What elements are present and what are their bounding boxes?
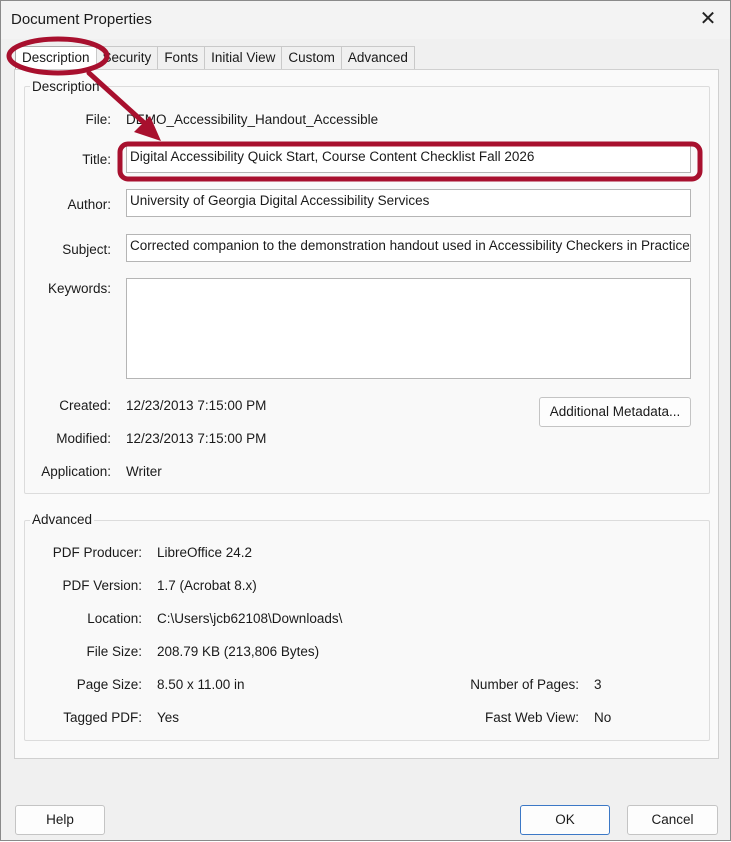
subject-field[interactable]: Corrected companion to the demonstration… xyxy=(126,234,691,262)
ok-button[interactable]: OK xyxy=(520,805,610,835)
file-size-value: 208.79 KB (213,806 Bytes) xyxy=(157,644,320,659)
subject-label: Subject: xyxy=(62,242,111,257)
close-icon[interactable]: ✕ xyxy=(696,7,720,31)
number-of-pages-label: Number of Pages: xyxy=(470,677,579,692)
modified-label: Modified: xyxy=(56,431,111,446)
tagged-pdf-value: Yes xyxy=(157,710,180,725)
cancel-button[interactable]: Cancel xyxy=(627,805,718,835)
keywords-label: Keywords: xyxy=(47,281,111,296)
author-field[interactable]: University of Georgia Digital Accessibil… xyxy=(126,189,691,217)
created-value: 12/23/2013 7:15:00 PM xyxy=(126,398,267,413)
author-label: Author: xyxy=(67,197,111,212)
page-size-label: Page Size: xyxy=(76,677,142,692)
pdf-producer-value: LibreOffice 24.2 xyxy=(157,545,253,560)
title-field[interactable]: Digital Accessibility Quick Start, Cours… xyxy=(126,145,691,173)
pdf-producer-label: PDF Producer: xyxy=(52,545,142,560)
location-value: C:\Users\jcb62108\Downloads\ xyxy=(157,611,343,626)
tab-advanced[interactable]: Advanced xyxy=(340,46,415,70)
file-size-label: File Size: xyxy=(86,644,142,659)
page-size-value: 8.50 x 11.00 in xyxy=(157,677,245,692)
tab-security[interactable]: Security xyxy=(95,46,159,70)
document-properties-dialog: Document Properties ✕ Description Securi… xyxy=(0,0,731,841)
help-button[interactable]: Help xyxy=(15,805,105,835)
tab-initial-view[interactable]: Initial View xyxy=(204,46,283,70)
description-group-label: Description xyxy=(30,79,102,94)
additional-metadata-button[interactable]: Additional Metadata... xyxy=(539,397,691,427)
keywords-field[interactable] xyxy=(126,278,691,379)
title-label: Title: xyxy=(82,152,111,167)
fast-web-view-value: No xyxy=(594,710,612,725)
description-tab-panel: Description File: DEMO_Accessibility_Han… xyxy=(14,69,719,759)
fast-web-view-label: Fast Web View: xyxy=(484,710,579,725)
tagged-pdf-label: Tagged PDF: xyxy=(63,710,142,725)
advanced-group-label: Advanced xyxy=(30,512,95,527)
created-label: Created: xyxy=(59,398,111,413)
tab-fonts[interactable]: Fonts xyxy=(157,46,206,70)
location-label: Location: xyxy=(87,611,142,626)
file-label: File: xyxy=(85,112,111,127)
modified-value: 12/23/2013 7:15:00 PM xyxy=(126,431,267,446)
application-label: Application: xyxy=(41,464,111,479)
file-value: DEMO_Accessibility_Handout_Accessible xyxy=(126,112,379,127)
dialog-title: Document Properties xyxy=(11,11,152,28)
pdf-version-value: 1.7 (Acrobat 8.x) xyxy=(157,578,257,593)
tab-description[interactable]: Description xyxy=(15,46,97,70)
number-of-pages-value: 3 xyxy=(594,677,602,692)
title-bar: Document Properties ✕ xyxy=(1,1,730,39)
tab-custom[interactable]: Custom xyxy=(281,46,342,70)
application-value: Writer xyxy=(126,464,162,479)
tab-strip: Description Security Fonts Initial View … xyxy=(15,46,415,70)
pdf-version-label: PDF Version: xyxy=(62,578,142,593)
